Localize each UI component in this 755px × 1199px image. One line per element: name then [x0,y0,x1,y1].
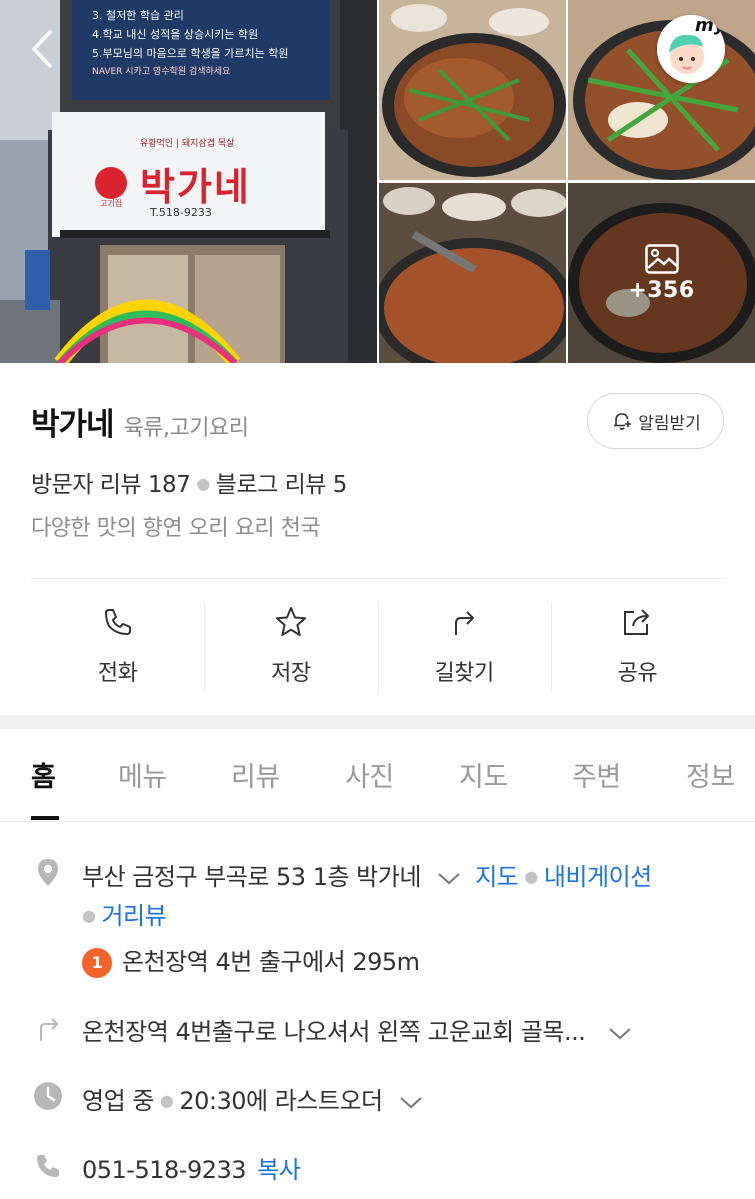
food-photo[interactable] [379,183,566,363]
sign-name: 박가네 [140,165,251,209]
separator-dot: ● [196,474,210,493]
phone-row: 051-518-9233 복사 [82,1150,301,1185]
share-icon [624,609,650,635]
hours-row[interactable]: 영업 중 ● 20:30에 라스트오더 [82,1081,424,1116]
tab-nearby[interactable]: 주변 [572,755,621,794]
map-link[interactable]: 지도 [475,863,519,891]
action-label: 저장 [271,661,311,686]
action-bar: 전화 저장 길찾기 공유 [31,602,724,692]
open-status: 영업 중 [82,1087,154,1115]
food-photo[interactable] [568,0,755,180]
copy-link[interactable]: 복사 [257,1156,301,1184]
academy-banner: 3. 철저한 학습 관리 4.학교 내신 성적을 상승시키는 학원 5.부모님의… [92,6,328,82]
tab-menu[interactable]: 메뉴 [118,755,167,794]
phone-icon [37,1155,59,1177]
banner-line: 3. 철저한 학습 관리 [92,9,184,22]
location-pin-icon [38,859,58,886]
last-order-text: 20:30에 라스트오더 [179,1087,383,1115]
street-view-link[interactable]: 거리뷰 [101,902,166,930]
sign-phone: T.518-9233 [150,206,212,219]
bell-plus-icon [614,413,632,430]
tab-map[interactable]: 지도 [459,755,508,794]
star-icon [275,607,306,636]
phone-number[interactable]: 051-518-9233 [82,1156,247,1184]
divider [31,578,724,579]
banner-footer: NAVER 시카고 영수학원 검색하세요 [92,67,231,77]
alarm-button[interactable]: 알림받기 [587,393,724,449]
alarm-label: 알림받기 [638,413,701,434]
save-button[interactable]: 저장 [204,602,377,692]
place-category: 육류,고기요리 [123,416,249,441]
back-button[interactable] [22,26,62,72]
place-name: 박가네 [31,407,115,443]
sign-top-text: 유황먹인 | 돼지삼겹 목살 [140,139,235,149]
tab-info[interactable]: 정보 [686,755,735,794]
place-description: 다양한 맛의 향연 오리 요리 천국 [31,516,321,541]
more-photos-overlay[interactable]: +356 [568,183,755,363]
separator-dot: ● [524,867,538,886]
section-gap [0,715,755,729]
my-profile-button[interactable]: my [657,15,725,83]
directions-icon [455,611,475,635]
chevron-down-icon[interactable] [398,1093,424,1111]
review-counts: 방문자 리뷰 187 ● 블로그 리뷰 5 [31,465,347,499]
call-button[interactable]: 전화 [31,602,204,692]
directions-button[interactable]: 길찾기 [377,602,551,692]
photo-gallery: 3. 철저한 학습 관리 4.학교 내신 성적을 상승시키는 학원 5.부모님의… [0,0,755,363]
sign-tag: 고기집 [100,199,123,208]
chevron-down-icon[interactable] [436,869,462,887]
active-tab-indicator [31,816,59,820]
action-label: 전화 [97,661,138,686]
chevron-left-icon [32,30,52,68]
subway-line-badge: 1 [82,947,112,978]
visitor-reviews-link[interactable]: 방문자 리뷰 187 [31,472,191,498]
tab-bar: 홈 메뉴 리뷰 사진 지도 주변 정보 [0,730,755,822]
separator-dot: ● [159,1091,174,1110]
subway-row: 1 온천장역 4번 출구에서 295m [82,942,420,978]
address-text: 부산 금정구 부곡로 53 1층 박가네 [82,863,421,891]
tab-home[interactable]: 홈 [31,755,56,794]
subway-text: 온천장역 4번 출구에서 295m [122,948,420,976]
tab-reviews[interactable]: 리뷰 [231,755,280,794]
clock-icon [34,1082,62,1110]
action-label: 공유 [617,661,658,686]
banner-line: 4.학교 내신 성적을 상승시키는 학원 [92,28,259,41]
my-label: my [695,15,725,36]
separator-dot: ● [82,906,96,925]
share-button[interactable]: 공유 [550,602,724,692]
blog-reviews-link[interactable]: 블로그 리뷰 5 [216,472,348,498]
directions-row[interactable]: 온천장역 4번출구로 나오셔서 왼쪽 고운교회 골목... [82,1012,633,1047]
action-label: 길찾기 [434,661,495,686]
directions-icon [40,1018,59,1041]
more-photos-count: +356 [628,277,695,303]
food-photo[interactable] [379,0,566,180]
phone-icon [104,609,131,635]
navigation-link[interactable]: 내비게이션 [544,863,652,891]
title-row: 박가네 육류,고기요리 [31,399,249,444]
street-view-row: ● 거리뷰 [82,896,167,931]
tab-photos[interactable]: 사진 [345,755,394,794]
banner-line: 5.부모님의 마음으로 학생을 가르치는 학원 [92,47,289,60]
address-row: 부산 금정구 부곡로 53 1층 박가네 지도 ● 내비게이션 [82,857,652,892]
chevron-down-icon[interactable] [607,1024,633,1042]
directions-text: 온천장역 4번출구로 나오셔서 왼쪽 고운교회 골목... [82,1018,586,1046]
image-icon [644,243,679,274]
